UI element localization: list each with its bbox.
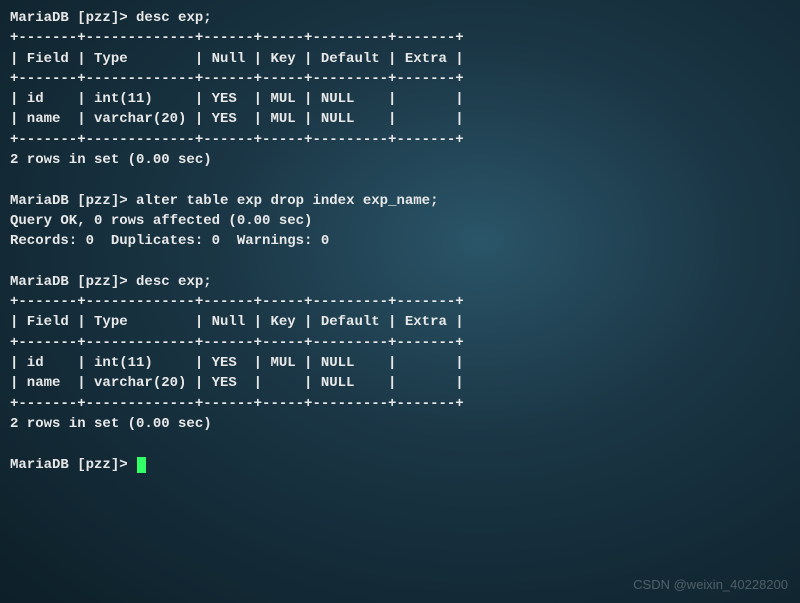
table-sep: +-------+-------------+------+-----+----…	[10, 132, 464, 148]
table-sep: +-------+-------------+------+-----+----…	[10, 294, 464, 310]
watermark: CSDN @weixin_40228200	[633, 576, 788, 595]
records-line: Records: 0 Duplicates: 0 Warnings: 0	[10, 233, 329, 249]
cursor[interactable]	[137, 457, 146, 473]
prompt: MariaDB [pzz]>	[10, 457, 136, 473]
table-header: | Field | Type | Null | Key | Default | …	[10, 51, 464, 67]
table-sep: +-------+-------------+------+-----+----…	[10, 30, 464, 46]
table-row: | name | varchar(20) | YES | MUL | NULL …	[10, 111, 464, 127]
rows-in-set: 2 rows in set (0.00 sec)	[10, 416, 212, 432]
table-sep: +-------+-------------+------+-----+----…	[10, 71, 464, 87]
query-ok: Query OK, 0 rows affected (0.00 sec)	[10, 213, 312, 229]
table-row: | name | varchar(20) | YES | | NULL | |	[10, 375, 464, 391]
prompt: MariaDB [pzz]>	[10, 10, 136, 26]
prompt: MariaDB [pzz]>	[10, 274, 136, 290]
prompt: MariaDB [pzz]>	[10, 193, 136, 209]
table-row: | id | int(11) | YES | MUL | NULL | |	[10, 91, 464, 107]
table-sep: +-------+-------------+------+-----+----…	[10, 335, 464, 351]
table-sep: +-------+-------------+------+-----+----…	[10, 396, 464, 412]
table-row: | id | int(11) | YES | MUL | NULL | |	[10, 355, 464, 371]
table-header: | Field | Type | Null | Key | Default | …	[10, 314, 464, 330]
command-desc-2: desc exp;	[136, 274, 212, 290]
terminal-output: MariaDB [pzz]> desc exp; +-------+------…	[10, 8, 790, 475]
rows-in-set: 2 rows in set (0.00 sec)	[10, 152, 212, 168]
command-desc-1: desc exp;	[136, 10, 212, 26]
command-alter: alter table exp drop index exp_name;	[136, 193, 438, 209]
